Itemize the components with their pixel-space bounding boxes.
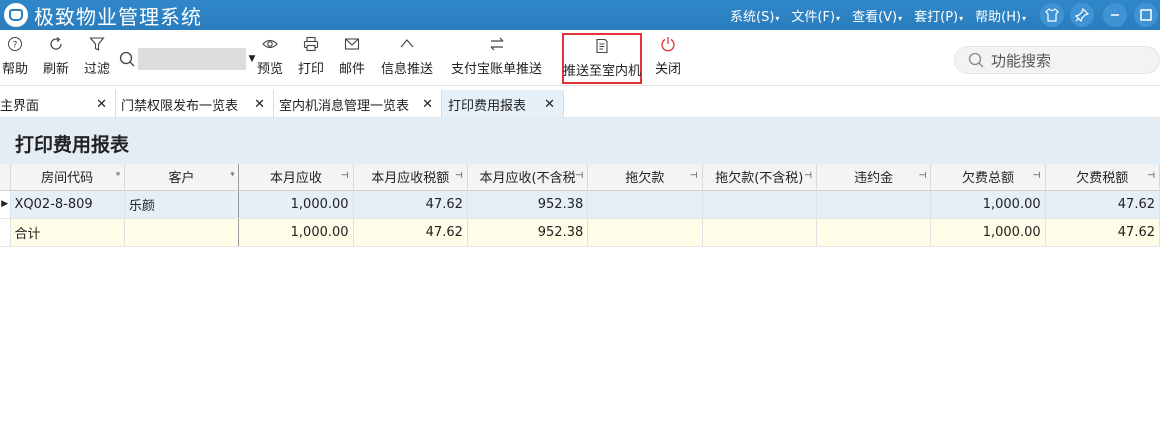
info-push-button[interactable]: 信息推送: [381, 36, 433, 77]
help-icon: ?: [8, 37, 22, 51]
row-indicator: [0, 218, 11, 247]
close-icon[interactable]: ✕: [254, 97, 265, 112]
minimize-icon[interactable]: [1103, 3, 1127, 27]
cell-total-arrears: [587, 218, 703, 247]
cell-arrears[interactable]: [587, 190, 703, 219]
column-header[interactable]: 欠费总额 ⊣: [930, 164, 1046, 191]
cell-total-monthly-receivable: 1,000.00: [238, 218, 354, 247]
tab-indoor-message[interactable]: 室内机消息管理一览表 ✕: [274, 90, 442, 118]
table-row[interactable]: ▶ XQ02-8-809 乐颜 1,000.00 47.62 952.38 1,…: [0, 190, 1160, 219]
swap-icon: [490, 37, 503, 51]
cell-monthly-tax[interactable]: 47.62: [353, 190, 468, 219]
row-indicator-header: [0, 164, 11, 191]
app-logo-icon: [4, 3, 28, 27]
cell-total-monthly-tax: 47.62: [353, 218, 468, 247]
cell-total-arrears-excl-tax: [702, 218, 817, 247]
document-icon: [596, 38, 608, 54]
preview-button[interactable]: 预览: [257, 36, 283, 77]
document-tabs: 主界面 ✕ 门禁权限发布一览表 ✕ 室内机消息管理一览表 ✕ 打印费用报表 ✕: [0, 86, 1160, 118]
printer-icon: [303, 36, 319, 52]
column-header[interactable]: 欠费税额 ⊣: [1045, 164, 1160, 191]
column-header[interactable]: 房间代码 ᵠ: [10, 164, 125, 191]
cell-monthly-excl-tax[interactable]: 952.38: [467, 190, 589, 219]
app-title: 极致物业管理系统: [34, 4, 202, 29]
tab-print-fee-report[interactable]: 打印费用报表 ✕: [442, 90, 564, 118]
chevron-up-icon: [400, 39, 414, 48]
cell-total-owed: 1,000.00: [930, 218, 1046, 247]
print-button[interactable]: 打印: [298, 36, 324, 77]
filter-button[interactable]: 过滤: [84, 36, 110, 77]
alipay-bill-push-button[interactable]: 支付宝账单推送: [451, 36, 542, 77]
menu-system[interactable]: 系统(S)▾: [730, 6, 779, 25]
report-table: 房间代码 ᵠ 客户 ᵠ 本月应收 ⊣ 本月应收税额 ⊣ 本月应收(不含税 ⊣ 拖欠款 ⊣ 拖…: [0, 164, 1160, 247]
search-icon: [968, 52, 984, 68]
menu-file[interactable]: 文件(F)▾: [791, 6, 840, 25]
column-header[interactable]: 违约金 ⊣: [816, 164, 932, 191]
cell-customer[interactable]: 乐颜: [124, 190, 240, 219]
cell-total-customer: [124, 218, 240, 247]
pin-icon[interactable]: [1070, 3, 1094, 27]
refresh-button[interactable]: 刷新: [43, 36, 69, 77]
cell-owed-tax[interactable]: 47.62: [1045, 190, 1160, 219]
maximize-icon[interactable]: [1134, 3, 1158, 27]
quick-search: ▼: [118, 48, 258, 70]
search-icon: [119, 51, 135, 67]
push-to-indoor-unit-button[interactable]: 推送至室内机: [562, 33, 642, 84]
tab-access-permission[interactable]: 门禁权限发布一览表 ✕: [116, 90, 274, 118]
main-menu: 系统(S)▾ 文件(F)▾ 查看(V)▾ 套打(P)▾ 帮助(H)▾: [730, 0, 1038, 30]
close-icon[interactable]: ✕: [544, 97, 555, 112]
refresh-icon: [50, 37, 62, 50]
cell-monthly-receivable[interactable]: 1,000.00: [238, 190, 354, 219]
svg-text:?: ?: [13, 41, 18, 51]
menu-view[interactable]: 查看(V)▾: [852, 6, 902, 25]
toolbar: ? 帮助 刷新 过滤 ▼ 预览 打印 邮件 信息推送 支付宝账单推送 推送至室内…: [0, 30, 1160, 86]
eye-icon: [262, 39, 278, 49]
column-header[interactable]: 拖欠款 ⊣: [587, 164, 703, 191]
close-button[interactable]: 关闭: [655, 36, 681, 77]
menu-print-template[interactable]: 套打(P)▾: [914, 6, 963, 25]
cell-total-monthly-excl-tax: 952.38: [467, 218, 589, 247]
help-button[interactable]: ? 帮助: [2, 36, 28, 77]
row-pointer-icon: ▶: [0, 190, 11, 219]
column-header[interactable]: 客户 ᵠ: [124, 164, 240, 191]
filter-icon: [89, 37, 105, 51]
title-bar: 极致物业管理系统 系统(S)▾ 文件(F)▾ 查看(V)▾ 套打(P)▾ 帮助(…: [0, 0, 1160, 30]
cell-total-penalty: [816, 218, 932, 247]
cell-arrears-excl-tax[interactable]: [702, 190, 817, 219]
mail-button[interactable]: 邮件: [339, 36, 365, 77]
cell-room-code[interactable]: XQ02-8-809: [10, 190, 125, 219]
close-icon[interactable]: ✕: [96, 97, 107, 112]
search-input[interactable]: [138, 48, 246, 70]
menu-help[interactable]: 帮助(H)▾: [975, 6, 1026, 25]
function-search-input[interactable]: 功能搜索: [954, 46, 1160, 74]
power-icon: [661, 37, 675, 52]
report-panel: 打印费用报表 房间代码 ᵠ 客户 ᵠ 本月应收 ⊣ 本月应收税额 ⊣ 本月应收(不含税 ⊣…: [0, 118, 1160, 436]
column-header[interactable]: 本月应收(不含税 ⊣: [467, 164, 589, 191]
tab-main[interactable]: 主界面 ✕: [0, 90, 116, 118]
cell-total-owed-tax: 47.62: [1045, 218, 1160, 247]
cell-total-label: 合计: [10, 218, 125, 247]
total-row[interactable]: 合计 1,000.00 47.62 952.38 1,000.00 47.62: [0, 218, 1160, 247]
cell-total-owed[interactable]: 1,000.00: [930, 190, 1046, 219]
report-header: 打印费用报表: [0, 118, 1160, 164]
close-icon[interactable]: ✕: [422, 97, 433, 112]
report-title: 打印费用报表: [15, 133, 130, 156]
column-header[interactable]: 拖欠款(不含税) ⊣: [702, 164, 817, 191]
column-header[interactable]: 本月应收税额 ⊣: [353, 164, 468, 191]
skin-icon[interactable]: [1040, 3, 1064, 27]
cell-penalty[interactable]: [816, 190, 932, 219]
column-header[interactable]: 本月应收 ⊣: [238, 164, 354, 191]
mail-icon: [344, 38, 360, 50]
